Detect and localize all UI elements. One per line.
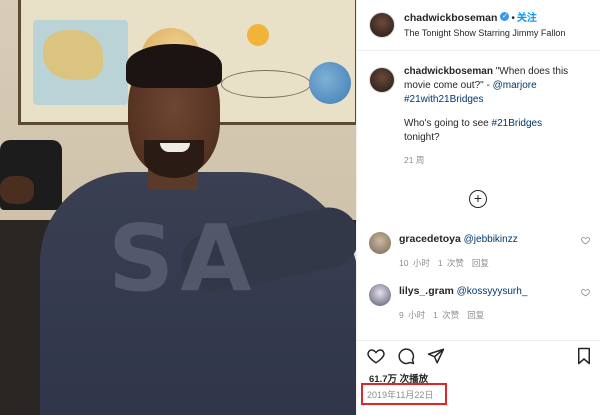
comment-time[interactable]: 10 小时 (399, 258, 430, 268)
poster-sun (247, 24, 269, 46)
comment-meta: 9 小时 1 次赞 回复 (399, 308, 569, 322)
poster-map-land (43, 30, 103, 80)
post-panel: chadwickboseman ✓ • 关注 The Tonight Show Sta… (356, 0, 600, 415)
comment-text-row: lilys_.gram @kossyyysurh_ (399, 284, 569, 299)
list-item: lilys_.gram @kossyyysurh_ 9 小时 1 次赞 回复 (369, 284, 594, 322)
comment-icon[interactable] (397, 347, 415, 365)
bookmark-glyph (578, 347, 590, 365)
bookmark-icon[interactable] (575, 347, 593, 365)
caption-line2-suffix: tonight? (404, 132, 440, 143)
share-icon[interactable] (427, 347, 445, 365)
comment-username[interactable]: gracedetoya (399, 233, 461, 245)
caption-username[interactable]: chadwickboseman (404, 66, 493, 77)
dot-separator: • (511, 13, 515, 24)
photo-smile (160, 143, 190, 152)
caption-body: chadwickboseman "When does this movie co… (404, 65, 589, 167)
add-comment-icon[interactable]: + (469, 190, 487, 208)
comment-glyph (398, 348, 415, 365)
comment-likes[interactable]: 1 次赞 (433, 310, 459, 320)
comment-mention[interactable]: @jebbikinzz (464, 234, 518, 245)
caption-avatar[interactable] (369, 67, 395, 93)
post-caption: chadwickboseman "When does this movie co… (369, 65, 594, 167)
comment-reply-button[interactable]: 回复 (467, 310, 484, 320)
header-username[interactable]: chadwickboseman (404, 12, 497, 24)
header-text: chadwickboseman ✓ • 关注 The Tonight Show Sta… (404, 9, 565, 41)
list-item: gracedetoya @jebbikinzz 10 小时 1 次赞 回复 (369, 232, 594, 270)
comment-body: gracedetoya @jebbikinzz 10 小时 1 次赞 回复 (399, 232, 569, 270)
caption-second-para: Who's going to see #21Bridges tonight? (404, 117, 589, 145)
post-header: chadwickboseman ✓ • 关注 The Tonight Show Sta… (357, 0, 600, 51)
avatar[interactable] (369, 12, 395, 38)
share-glyph (427, 348, 445, 364)
comment-meta: 10 小时 1 次赞 回复 (399, 256, 569, 270)
caption-mention[interactable]: @marjore (493, 80, 537, 91)
heart-icon[interactable] (581, 236, 590, 245)
poster-orbit (221, 70, 311, 98)
location-link[interactable]: The Tonight Show Starring Jimmy Fallon (404, 26, 565, 41)
heart-icon[interactable] (581, 288, 590, 297)
comment-body: lilys_.gram @kossyyysurh_ 9 小时 1 次赞 回复 (399, 284, 569, 322)
photo-hair (126, 44, 222, 88)
comment-reply-button[interactable]: 回复 (472, 258, 489, 268)
comment-avatar[interactable] (369, 232, 391, 254)
follow-button[interactable]: 关注 (517, 13, 537, 24)
comment-time[interactable]: 9 小时 (399, 310, 425, 320)
comment-username[interactable]: lilys_.gram (399, 285, 454, 297)
comment-avatar[interactable] (369, 284, 391, 306)
shirt-print: SA (108, 205, 258, 312)
caption-first-para: chadwickboseman "When does this movie co… (404, 65, 589, 107)
caption-hashtag-2[interactable]: #21Bridges (492, 118, 543, 129)
caption-timestamp[interactable]: 21 周 (404, 153, 589, 167)
heart-icon[interactable] (367, 347, 385, 365)
verified-icon: ✓ (500, 12, 510, 22)
comment-text-row: gracedetoya @jebbikinzz (399, 232, 569, 247)
caption-hashtag-1[interactable]: #21with21Bridges (404, 94, 484, 105)
comment-mention[interactable]: @kossyyysurh_ (457, 286, 528, 297)
header-row: chadwickboseman ✓ • 关注 (404, 9, 565, 26)
caption-gap (404, 107, 589, 117)
photo-hand (0, 176, 34, 204)
caption-line2-prefix: Who's going to see (404, 118, 492, 129)
comment-likes[interactable]: 1 次赞 (438, 258, 464, 268)
action-bar (357, 340, 600, 368)
post-date[interactable]: 2019年11月22日 (367, 388, 433, 401)
post-photo[interactable]: SA (0, 0, 356, 415)
like-glyph (367, 349, 385, 364)
poster-globe (309, 62, 351, 104)
